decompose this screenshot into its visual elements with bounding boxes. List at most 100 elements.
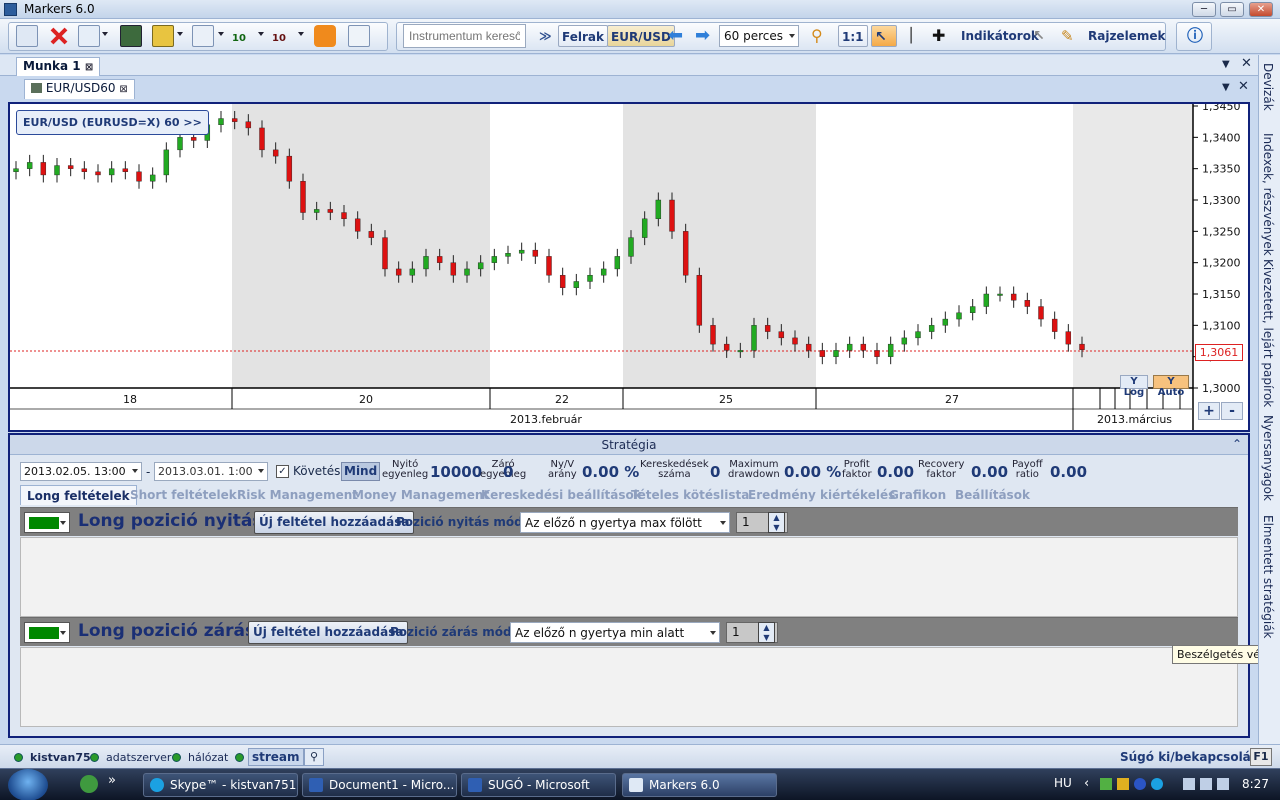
tab-trading-settings[interactable]: Kereskedési beállítások — [475, 485, 648, 505]
yauto-button[interactable]: Y Auto — [1153, 375, 1189, 398]
felrak-button[interactable]: Felrak — [558, 25, 608, 47]
taskbar-markers[interactable]: Markers 6.0 — [622, 773, 777, 797]
chart-tabs-close-icon[interactable]: ✕ — [1238, 79, 1249, 94]
close-button[interactable]: ✕ — [1249, 2, 1273, 17]
help-key[interactable]: F1 — [1250, 748, 1272, 766]
info-icon[interactable]: ⓘ — [1184, 25, 1206, 47]
date-to-select[interactable]: 2013.03.01. 1:00 — [154, 462, 268, 481]
select-tool-icon[interactable]: ↖ — [1030, 25, 1048, 47]
tray-icon[interactable] — [1217, 778, 1229, 790]
start-button[interactable] — [8, 769, 48, 800]
rss-icon[interactable] — [314, 25, 336, 47]
open-mode-select[interactable]: Az előző n gyertya max fölött — [520, 512, 730, 533]
taskbar-skype[interactable]: Skype™ - kistvan751 — [143, 773, 298, 797]
top10-down-dropdown-icon[interactable] — [298, 32, 304, 36]
ratio-button[interactable]: 1:1 — [838, 25, 868, 47]
tray-expand-icon[interactable]: ‹ — [1084, 776, 1089, 791]
tray-icon[interactable] — [1151, 778, 1163, 790]
close-mode-select[interactable]: Az előző n gyertya min alatt — [510, 622, 720, 643]
lang-indicator[interactable]: HU — [1054, 776, 1072, 790]
tab-chart[interactable]: EUR/USD60 ⊠ — [24, 79, 135, 99]
ylog-button[interactable]: Y Log — [1120, 375, 1148, 398]
taskbar-document1[interactable]: Document1 - Micro... — [302, 773, 457, 797]
list-dropdown-icon[interactable] — [177, 32, 183, 36]
chart-window-icon[interactable] — [120, 25, 142, 47]
minimize-button[interactable]: ─ — [1192, 2, 1216, 17]
status-search-icon[interactable]: ⚲ — [304, 748, 324, 766]
mind-button[interactable]: Mind — [341, 462, 381, 481]
side-tab-delisted[interactable]: Kivezetett, lejárt papírok — [1261, 259, 1275, 407]
open-n-spin-icon[interactable]: ▲ ▼ — [768, 512, 785, 533]
add-table-icon[interactable] — [192, 25, 214, 47]
tab-trade-list[interactable]: Tételes kötéslista — [625, 485, 755, 505]
top10-up-icon[interactable]: 10 — [232, 25, 254, 47]
top10-down-icon[interactable]: 10 — [272, 25, 294, 47]
tab-long[interactable]: Long feltételek — [20, 485, 137, 505]
add-close-condition-button[interactable]: Új feltétel hozzáadása — [248, 621, 409, 644]
tabs-dropdown-icon[interactable]: ▼ — [1222, 59, 1230, 70]
tab-graph[interactable]: Grafikon — [883, 485, 952, 505]
close-color-picker[interactable] — [24, 622, 70, 643]
drawings-button[interactable]: Rajzelemek — [1085, 25, 1168, 47]
os-taskbar: » Skype™ - kistvan751 Document1 - Micro.… — [0, 768, 1280, 800]
delete-icon[interactable] — [48, 25, 70, 47]
table-dropdown-icon[interactable] — [218, 32, 224, 36]
vertical-line-icon[interactable]: │ — [904, 25, 918, 47]
collapse-icon[interactable]: ⌃ — [1232, 437, 1242, 451]
open-color-picker[interactable] — [24, 512, 70, 533]
list-icon[interactable] — [152, 25, 174, 47]
pointer-tool-icon[interactable]: ↖ — [871, 25, 897, 47]
date-dash: - — [146, 465, 151, 479]
tab-settings[interactable]: Beállítások — [949, 485, 1036, 505]
tab-close-icon[interactable]: ⊠ — [85, 62, 93, 73]
tray-icon[interactable] — [1117, 778, 1129, 790]
zoom-icon[interactable]: ⚲ — [808, 25, 826, 47]
tab-short[interactable]: Short feltételek — [124, 485, 243, 505]
arrow-right-icon[interactable]: ➡ — [692, 25, 713, 47]
chart-tabs-dropdown-icon[interactable]: ▼ — [1222, 82, 1230, 93]
side-tab-indices[interactable]: Indexek, részvények — [1261, 133, 1275, 256]
add-open-condition-button[interactable]: Új feltétel hozzáadása — [254, 511, 415, 534]
top10-up-dropdown-icon[interactable] — [258, 32, 264, 36]
quicklaunch-chevron[interactable]: » — [108, 773, 116, 788]
news-icon[interactable] — [348, 25, 370, 47]
save-icon[interactable] — [78, 25, 100, 47]
save-dropdown-icon[interactable] — [102, 32, 108, 36]
stream-button[interactable]: stream — [248, 748, 304, 766]
strategy-header[interactable]: Stratégia — [10, 435, 1248, 455]
tab-risk[interactable]: Risk Management — [231, 485, 364, 505]
chart-tab-icon — [31, 83, 42, 93]
zoom-out-button[interactable]: - — [1221, 402, 1243, 420]
chart-legend[interactable]: EUR/USD (EURUSD=X) 60 >> — [16, 110, 209, 135]
tabs-close-icon[interactable]: ✕ — [1241, 56, 1252, 71]
maximize-button[interactable]: ▭ — [1220, 2, 1244, 17]
tray-icon[interactable] — [1100, 778, 1112, 790]
instrument-search-input[interactable] — [403, 24, 526, 48]
tray-icon[interactable] — [1200, 778, 1212, 790]
quicklaunch-icon[interactable] — [80, 775, 98, 793]
side-tab-saved-strategies[interactable]: Elmentett stratégiák — [1261, 515, 1275, 639]
chart-panel[interactable]: 1,3450 1,3400 1,3350 1,3300 1,3250 1,3200 1,31… — [8, 102, 1250, 432]
close-n-spin-icon[interactable]: ▲ ▼ — [758, 622, 775, 643]
side-tab-commodities[interactable]: Nyersanyagok — [1261, 415, 1275, 501]
y-tick-label: 1,3150 — [1202, 288, 1241, 301]
zoom-in-button[interactable]: + — [1198, 402, 1220, 420]
timeframe-select[interactable]: 60 perces — [719, 25, 799, 47]
side-tab-currencies[interactable]: Devizák — [1261, 63, 1275, 111]
date-from-select[interactable]: 2013.02.05. 13:00 — [20, 462, 142, 481]
tray-icon[interactable] — [1183, 778, 1195, 790]
tray-icon[interactable] — [1134, 778, 1146, 790]
crosshair-icon[interactable]: ✚ — [929, 25, 948, 47]
arrow-left-icon[interactable]: ⬅ — [665, 25, 686, 47]
chart-tab-close-icon[interactable]: ⊠ — [119, 84, 127, 95]
pencil-icon[interactable]: ✎ — [1058, 25, 1077, 47]
tab-munka[interactable]: Munka 1 ⊠ — [16, 57, 101, 76]
tab-results[interactable]: Eredmény kiértékelés — [742, 485, 901, 505]
new-workspace-icon[interactable] — [16, 25, 38, 47]
follow-checkbox[interactable]: ✓ — [276, 465, 289, 478]
taskbar-sugo[interactable]: SUGÓ - Microsoft W... — [461, 773, 616, 797]
tab-money[interactable]: Money Management — [346, 485, 495, 505]
price-chart[interactable]: 1,3450 1,3400 1,3350 1,3300 1,3250 1,3200 1,31… — [10, 104, 1248, 430]
app-icon — [4, 3, 17, 16]
collapse-chevron-icon[interactable]: ≫ — [536, 25, 555, 47]
